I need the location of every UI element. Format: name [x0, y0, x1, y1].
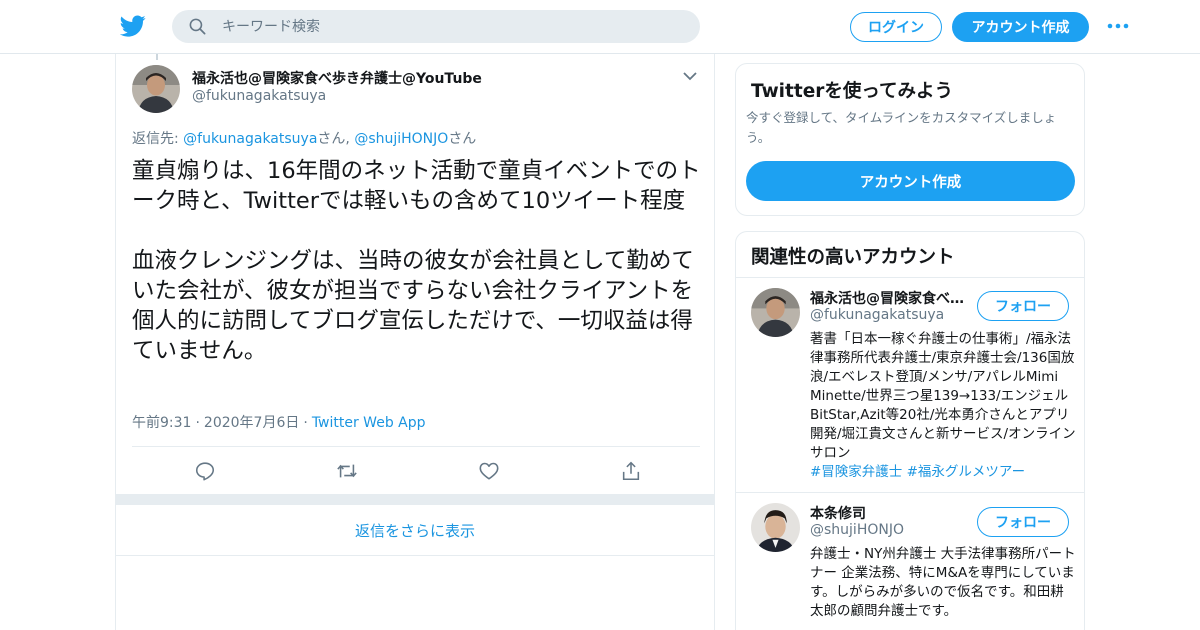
replying-to-line: 返信先: @fukunagakatsuyaさん, @shujiHONJOさん: [132, 128, 476, 148]
tweet-metadata: 午前9:31 · 2020年7月6日 · Twitter Web App: [132, 412, 426, 432]
account-bio-text: 著書「日本一稼ぐ弁護士の仕事術」/福永法律事務所代表弁護士/東京弁護士会/136…: [810, 331, 1076, 461]
signup-card-title: Twitterを使ってみよう: [751, 81, 953, 102]
twitter-bird-logo-icon[interactable]: [120, 13, 146, 39]
more-options-icon[interactable]: [1106, 18, 1130, 34]
reply-mention-link[interactable]: @fukunagakatsuya: [183, 131, 317, 147]
follow-button[interactable]: フォロー: [977, 507, 1069, 537]
signup-card-button[interactable]: アカウント作成: [746, 161, 1075, 201]
signup-card: Twitterを使ってみよう 今すぐ登録して、タイムラインをカスタマイズしましょ…: [735, 63, 1085, 216]
share-icon: [622, 461, 640, 481]
author-avatar[interactable]: [132, 65, 180, 113]
reply-button[interactable]: [192, 458, 218, 484]
heart-icon: [479, 462, 499, 480]
author-handle[interactable]: @fukunagakatsuya: [192, 88, 326, 104]
search-icon: [189, 18, 206, 35]
retweet-button[interactable]: [334, 458, 360, 484]
signup-button[interactable]: アカウント作成: [952, 12, 1089, 42]
account-avatar[interactable]: [751, 503, 800, 552]
divider: [736, 277, 1084, 278]
tweet-paragraph: 血液クレンジングは、当時の彼女が会社員として勤めていた会社が、彼女が担当ですらな…: [132, 248, 694, 364]
account-name[interactable]: 福永活也@冒険家食べ歩き弁護士@YouTube: [810, 288, 970, 308]
thread-connector-line: [156, 54, 158, 60]
hashtag-link[interactable]: #冒険家弁護士: [810, 464, 902, 480]
account-avatar-photo: [751, 288, 800, 337]
divider: [132, 446, 700, 447]
search-box[interactable]: [172, 10, 700, 43]
tweet-time: 午前9:31: [132, 415, 192, 431]
divider: [736, 492, 1084, 493]
like-button[interactable]: [476, 458, 502, 484]
section-separator: [116, 494, 714, 505]
reply-suffix: さん,: [317, 131, 355, 147]
account-bio-text: 弁護士・NY州弁護士 大手法律事務所パートナー 企業法務、特にM&Aを専門にして…: [810, 546, 1076, 619]
signup-card-description: 今すぐ登録して、タイムラインをカスタマイズしましょう。: [746, 110, 1057, 145]
login-button[interactable]: ログイン: [850, 12, 942, 42]
tweet-date: 2020年7月6日: [203, 415, 300, 431]
tweet-paragraph: 童貞煽りは、16年間のネット活動で童貞イベントでのトーク時と、Twitterでは…: [132, 158, 701, 214]
author-avatar-photo: [132, 65, 180, 113]
account-bio: 著書「日本一稼ぐ弁護士の仕事術」/福永法律事務所代表弁護士/東京弁護士会/136…: [810, 330, 1076, 482]
tweet-body: 童貞煽りは、16年間のネット活動で童貞イベントでのトーク時と、Twitterでは…: [132, 156, 704, 366]
related-accounts-card: 関連性の高いアカウント 福永活也@冒険家食べ歩き弁護士@YouTube @fuk…: [735, 231, 1085, 630]
account-name[interactable]: 本条修司: [810, 503, 970, 523]
reply-prefix: 返信先:: [132, 131, 184, 147]
account-bio: 弁護士・NY州弁護士 大手法律事務所パートナー 企業法務、特にM&Aを専門にして…: [810, 545, 1076, 621]
retweet-icon: [337, 464, 357, 478]
reply-suffix: さん: [448, 131, 477, 147]
reply-mention-link[interactable]: @shujiHONJO: [354, 131, 448, 147]
show-more-replies-link[interactable]: 返信をさらに表示: [116, 506, 714, 556]
account-handle[interactable]: @shujiHONJO: [810, 522, 904, 538]
account-handle[interactable]: @fukunagakatsuya: [810, 307, 944, 323]
top-navigation-bar: ログイン アカウント作成: [0, 0, 1200, 54]
follow-button[interactable]: フォロー: [977, 291, 1069, 321]
chevron-down-icon[interactable]: [682, 70, 698, 82]
tweet-action-bar: [132, 458, 700, 484]
meta-separator: ·: [303, 415, 308, 431]
author-name[interactable]: 福永活也@冒険家食べ歩き弁護士@YouTube: [192, 68, 482, 88]
tweet-source-link[interactable]: Twitter Web App: [312, 415, 426, 431]
reply-icon: [195, 462, 215, 481]
search-input[interactable]: [222, 10, 682, 43]
related-accounts-title: 関連性の高いアカウント: [751, 247, 955, 268]
hashtag-link[interactable]: #福永グルメツアー: [907, 464, 1026, 480]
meta-separator: ·: [195, 415, 200, 431]
account-avatar[interactable]: [751, 288, 800, 337]
main-timeline-column: 福永活也@冒険家食べ歩き弁護士@YouTube @fukunagakatsuya…: [115, 54, 715, 630]
share-button[interactable]: [618, 458, 644, 484]
account-avatar-photo: [751, 503, 800, 552]
